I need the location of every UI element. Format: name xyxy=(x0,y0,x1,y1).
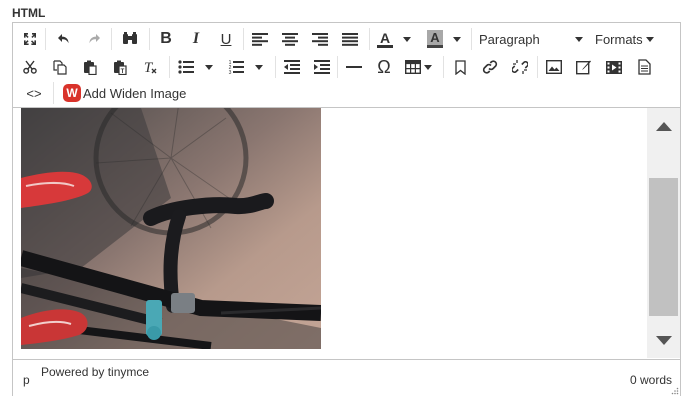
paste-text-icon: T xyxy=(114,60,127,75)
svg-text:3: 3 xyxy=(229,70,232,74)
paste-icon xyxy=(84,60,97,75)
link-button[interactable] xyxy=(479,55,501,79)
source-code-button[interactable]: <> xyxy=(23,81,45,105)
clear-formatting-button[interactable]: T xyxy=(139,55,161,79)
find-replace-icon xyxy=(123,32,137,44)
numbered-list-icon: 1 2 3 xyxy=(229,60,244,74)
align-right-icon xyxy=(312,32,328,46)
add-widen-image-label: Add Widen Image xyxy=(83,85,187,101)
table-icon xyxy=(405,60,421,74)
preview-icon xyxy=(637,59,651,75)
unlink-button[interactable] xyxy=(509,55,531,79)
word-count: 0 words xyxy=(629,373,672,387)
editor-statusbar: p Powered by tinymce 0 words xyxy=(13,359,680,396)
align-left-icon xyxy=(252,32,268,46)
text-color-icon: A xyxy=(377,31,393,48)
underline-button[interactable]: U xyxy=(215,27,237,51)
text-color-button[interactable]: A xyxy=(375,27,415,51)
image-icon xyxy=(546,60,562,74)
table-button[interactable] xyxy=(403,55,437,79)
image-button[interactable] xyxy=(543,55,565,79)
italic-icon: I xyxy=(192,30,200,47)
copy-icon xyxy=(53,59,67,75)
background-color-icon: A xyxy=(427,30,443,48)
align-left-button[interactable] xyxy=(249,27,271,51)
powered-by-link[interactable]: Powered by tinymce xyxy=(41,365,149,379)
undo-button[interactable] xyxy=(53,27,75,51)
resize-handle-icon[interactable] xyxy=(671,387,679,395)
edit-image-icon xyxy=(576,60,591,75)
bullet-list-button[interactable] xyxy=(175,55,219,79)
align-right-button[interactable] xyxy=(309,27,331,51)
clear-formatting-icon: T xyxy=(144,60,157,75)
undo-icon xyxy=(58,34,69,44)
bicycle-photo[interactable] xyxy=(21,108,321,349)
chevron-down-icon xyxy=(403,36,411,42)
rich-text-editor: B I U A A Paragraph Formats T T 1 2 3 Ω … xyxy=(12,22,681,396)
source-code-icon: <> xyxy=(26,85,42,101)
preview-button[interactable] xyxy=(633,55,655,79)
anchor-button[interactable] xyxy=(449,55,471,79)
align-center-button[interactable] xyxy=(279,27,301,51)
editor-toolbar: B I U A A Paragraph Formats T T 1 2 3 Ω … xyxy=(13,23,680,108)
editor-content-area[interactable] xyxy=(13,108,647,358)
indent-icon xyxy=(314,60,330,74)
align-center-icon xyxy=(282,32,298,46)
align-justify-button[interactable] xyxy=(339,27,361,51)
align-justify-icon xyxy=(342,32,358,46)
cut-icon xyxy=(23,60,37,74)
special-character-icon: Ω xyxy=(377,56,391,77)
find-replace-button[interactable] xyxy=(119,27,141,51)
media-icon xyxy=(606,60,622,74)
link-icon xyxy=(482,60,498,74)
redo-icon xyxy=(89,34,100,44)
block-format-label: Paragraph xyxy=(479,31,540,47)
chevron-down-icon xyxy=(424,64,432,70)
bullet-list-icon xyxy=(178,60,194,74)
chevron-down-icon xyxy=(205,64,213,70)
anchor-icon xyxy=(454,59,466,75)
paste-text-button[interactable]: T xyxy=(109,55,131,79)
scroll-down-icon[interactable] xyxy=(656,336,672,345)
indent-button[interactable] xyxy=(311,55,333,79)
widen-logo-icon: W xyxy=(63,84,81,102)
background-color-button[interactable]: A xyxy=(423,27,465,51)
chevron-down-icon xyxy=(645,36,654,42)
chevron-down-icon xyxy=(255,64,263,70)
redo-button[interactable] xyxy=(83,27,105,51)
chevron-down-icon xyxy=(575,37,583,42)
unlink-icon xyxy=(512,60,528,74)
italic-button[interactable]: I xyxy=(185,27,207,51)
scroll-up-icon[interactable] xyxy=(656,122,672,131)
copy-button[interactable] xyxy=(49,55,71,79)
field-label: HTML xyxy=(12,6,46,20)
media-button[interactable] xyxy=(603,55,625,79)
vertical-scrollbar[interactable] xyxy=(647,108,680,358)
bold-button[interactable]: B xyxy=(155,27,177,51)
add-widen-image-button[interactable]: W Add Widen Image xyxy=(63,81,195,105)
edit-image-button[interactable] xyxy=(573,55,595,79)
fullscreen-icon xyxy=(24,33,36,45)
formats-label: Formats xyxy=(595,31,643,47)
chevron-down-icon xyxy=(453,36,461,42)
paste-button[interactable] xyxy=(79,55,101,79)
scrollbar-thumb[interactable] xyxy=(649,178,678,316)
outdent-icon xyxy=(284,60,300,74)
special-character-button[interactable]: Ω xyxy=(373,55,395,79)
svg-text:T: T xyxy=(121,69,125,75)
block-format-dropdown[interactable]: Paragraph xyxy=(479,27,583,51)
element-path[interactable]: p xyxy=(23,373,30,387)
underline-icon: U xyxy=(220,30,232,48)
formats-dropdown[interactable]: Formats xyxy=(595,27,659,51)
horizontal-rule-button[interactable] xyxy=(343,55,365,79)
bold-icon: B xyxy=(160,30,172,47)
cut-button[interactable] xyxy=(19,55,41,79)
horizontal-rule-icon xyxy=(346,66,362,68)
numbered-list-button[interactable]: 1 2 3 xyxy=(225,55,269,79)
outdent-button[interactable] xyxy=(281,55,303,79)
fullscreen-button[interactable] xyxy=(19,27,41,51)
